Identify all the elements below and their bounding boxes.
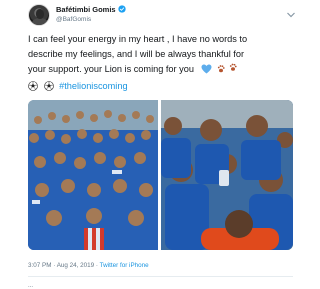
tweet-card[interactable]: Bafétimbi Gomis @BafGomis I can feel you… — [0, 0, 311, 289]
fans-illustration — [161, 100, 293, 250]
avatar-shoulders — [32, 18, 48, 25]
crowd-illustration — [28, 100, 158, 250]
tweet-timestamp[interactable]: 3:07 PM · Aug 24, 2019 — [28, 262, 94, 269]
tweet-text-line-1: I can feel your energy in my heart , I h… — [28, 34, 248, 44]
paw-prints-icon — [217, 63, 241, 79]
tweet-meta: 3:07 PM · Aug 24, 2019 · Twitter for iPh… — [28, 262, 149, 269]
tweet-text: I can feel your energy in my heart , I h… — [28, 32, 288, 96]
soccer-ball-icon-2 — [43, 81, 54, 96]
tweet-text-line-2: describe my feelings, and I will be alwa… — [28, 49, 245, 59]
fans-photo[interactable] — [161, 100, 293, 250]
tweet-header: Bafétimbi Gomis @BafGomis — [28, 4, 288, 28]
author-display-name[interactable]: Bafétimbi Gomis — [56, 5, 116, 14]
author-handle[interactable]: @BafGomis — [56, 16, 126, 23]
chevron-down-icon[interactable] — [286, 6, 296, 18]
avatar-face — [36, 9, 44, 19]
author-names: Bafétimbi Gomis @BafGomis — [56, 5, 126, 23]
soccer-ball-icon — [28, 81, 38, 96]
media-grid[interactable] — [28, 100, 293, 250]
tweet-text-line-3: your support. your Lion is coming for yo… — [28, 62, 288, 79]
verified-badge-icon — [117, 5, 126, 15]
blue-heart-icon — [201, 64, 212, 79]
tweet-source-link[interactable]: Twitter for iPhone — [100, 262, 149, 269]
tweet-text-line-4: #thelioniscoming — [28, 79, 288, 96]
author-name-row[interactable]: Bafétimbi Gomis — [56, 5, 126, 15]
tweet-text-line-3-text: your support. your Lion is coming for yo… — [28, 64, 194, 74]
avatar[interactable] — [28, 4, 50, 26]
hashtag-link[interactable]: #thelioniscoming — [59, 81, 127, 91]
divider — [28, 276, 293, 277]
tweet-stats: ... — [28, 283, 34, 289]
crowd-photo[interactable] — [28, 100, 158, 250]
